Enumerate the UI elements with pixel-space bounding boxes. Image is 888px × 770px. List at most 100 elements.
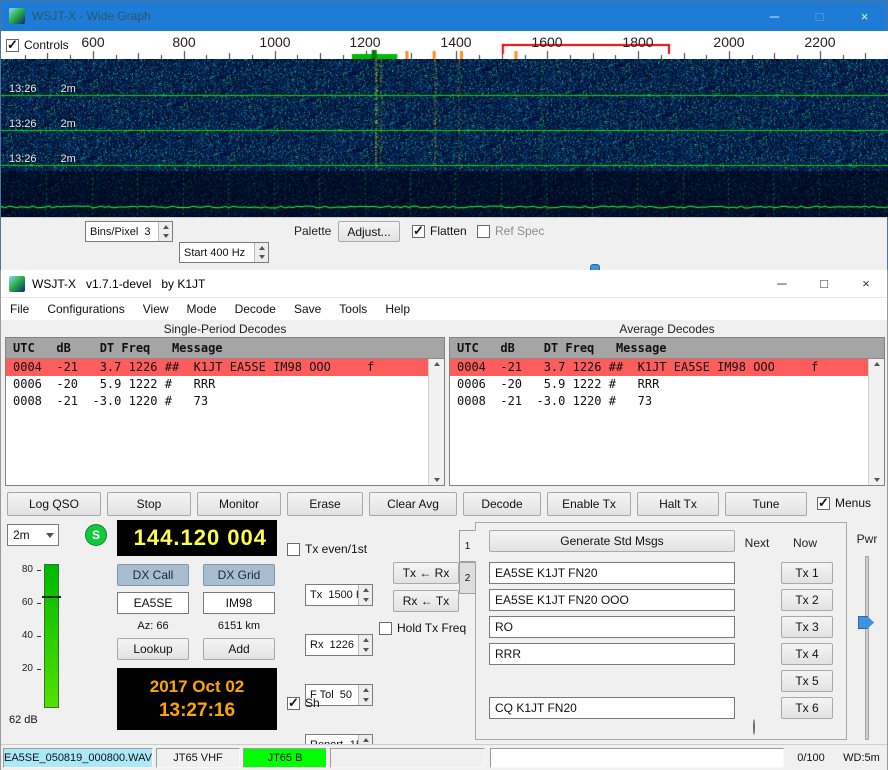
tx6-message-field[interactable]: CQ K1JT FN20 bbox=[489, 697, 735, 719]
close-icon[interactable]: × bbox=[842, 1, 887, 31]
close-icon[interactable]: × bbox=[845, 270, 887, 297]
tab-messages-2[interactable]: 2 bbox=[459, 562, 476, 594]
adjust-button[interactable]: Adjust... bbox=[338, 221, 400, 242]
pwr-slider[interactable] bbox=[857, 556, 877, 740]
minimize-icon[interactable]: ─ bbox=[761, 270, 803, 297]
tab-label: 2 bbox=[465, 573, 471, 584]
app-icon bbox=[9, 276, 25, 292]
wide-graph-titlebar[interactable]: WSJT-X - Wide Graph ─ □ × bbox=[1, 1, 887, 31]
tx-from-rx-button[interactable]: Tx ← Rx bbox=[393, 562, 459, 584]
scroll-down-icon[interactable] bbox=[434, 478, 440, 482]
tab-messages-1[interactable]: 1 bbox=[459, 530, 476, 562]
band-combobox[interactable]: 2m bbox=[7, 524, 59, 546]
tx2-now-button[interactable]: Tx 2 bbox=[781, 589, 833, 611]
decode-row[interactable]: 0006 -20 5.9 1222 # RRR bbox=[6, 376, 428, 393]
utc-clock: 2017 Oct 02 13:27:16 bbox=[117, 668, 277, 730]
scroll-up-icon[interactable] bbox=[874, 362, 880, 366]
spinner-arrows-icon[interactable] bbox=[358, 635, 372, 655]
menu-configurations[interactable]: Configurations bbox=[38, 299, 133, 319]
main-titlebar[interactable]: WSJT-X v1.7.1-devel by K1JT ─ □ × bbox=[1, 270, 887, 298]
hold-tx-freq-checkbox[interactable]: Hold Tx Freq bbox=[379, 621, 466, 635]
spinner-arrows-icon[interactable] bbox=[358, 585, 372, 605]
slider-handle[interactable] bbox=[858, 616, 874, 629]
menu-tools[interactable]: Tools bbox=[330, 299, 376, 319]
maximize-icon[interactable]: □ bbox=[797, 1, 842, 31]
button-label: Decode bbox=[481, 497, 522, 511]
tx1-message-field[interactable]: EA5SE K1JT FN20 bbox=[489, 562, 735, 584]
decode-row[interactable]: 0004 -21 3.7 1226 ## K1JT EA5SE IM98 OOO… bbox=[450, 359, 868, 376]
spinner-arrows-icon[interactable] bbox=[158, 222, 172, 241]
log-qso-button[interactable]: Log QSO bbox=[7, 492, 101, 516]
clear-avg-button[interactable]: Clear Avg bbox=[369, 492, 457, 516]
stop-button[interactable]: Stop bbox=[107, 492, 191, 516]
spinner-arrows-icon[interactable] bbox=[254, 243, 268, 262]
menu-file[interactable]: File bbox=[1, 299, 38, 319]
frequency-display[interactable]: 144.120 004 bbox=[117, 520, 277, 556]
controls-checkbox[interactable]: Controls bbox=[6, 38, 73, 52]
button-label: Tx 5 bbox=[795, 674, 818, 688]
tx5-now-button[interactable]: Tx 5 bbox=[781, 670, 833, 692]
button-label: Clear Avg bbox=[387, 497, 439, 511]
button-label: Erase bbox=[309, 497, 340, 511]
waterfall[interactable]: 13:26 2m 13:26 2m 13:26 2m bbox=[1, 59, 887, 217]
enable-tx-button[interactable]: Enable Tx bbox=[547, 492, 631, 516]
halt-tx-button[interactable]: Halt Tx bbox=[637, 492, 719, 516]
bins-per-pixel-spinner[interactable]: Bins/Pixel 3 bbox=[85, 221, 173, 242]
tx1-now-button[interactable]: Tx 1 bbox=[781, 562, 833, 584]
monitor-button[interactable]: Monitor bbox=[197, 492, 281, 516]
decode-row[interactable]: 0008 -21 -3.0 1220 # 73 bbox=[6, 393, 428, 410]
ref-spec-checkbox[interactable]: Ref Spec bbox=[477, 224, 544, 238]
erase-button[interactable]: Erase bbox=[287, 492, 363, 516]
menu-decode[interactable]: Decode bbox=[226, 299, 285, 319]
decode-row[interactable]: 0006 -20 5.9 1222 # RRR bbox=[450, 376, 868, 393]
meter-tick-label: 60 bbox=[11, 597, 33, 608]
frequency-scale[interactable]: 600 800 1000 1200 1400 1600 1800 2000 22… bbox=[1, 31, 887, 59]
sh-checkbox[interactable]: Sh bbox=[287, 696, 320, 710]
menus-checkbox[interactable]: Menus bbox=[817, 496, 871, 510]
maximize-icon[interactable]: □ bbox=[803, 270, 845, 297]
dx-call-field[interactable]: EA5SE bbox=[117, 592, 189, 614]
screen: WSJT-X - Wide Graph ─ □ × 600 800 1000 1… bbox=[0, 0, 888, 770]
tx6-now-button[interactable]: Tx 6 bbox=[781, 697, 833, 719]
rx-from-tx-button[interactable]: Rx ← Tx bbox=[393, 590, 459, 612]
dx-grid-button[interactable]: DX Grid bbox=[203, 564, 275, 586]
decode-row[interactable]: 0004 -21 3.7 1226 ## K1JT EA5SE IM98 OOO… bbox=[6, 359, 428, 376]
scrollbar[interactable] bbox=[868, 359, 884, 485]
tx-freq-spinner[interactable]: Tx 1500 Hz bbox=[305, 584, 373, 606]
tx4-now-button[interactable]: Tx 4 bbox=[781, 643, 833, 665]
lookup-button[interactable]: Lookup bbox=[117, 638, 189, 660]
flatten-checkbox[interactable]: Flatten bbox=[412, 224, 467, 238]
minimize-icon[interactable]: ─ bbox=[752, 1, 797, 31]
dx-call-button[interactable]: DX Call bbox=[117, 564, 189, 586]
add-button[interactable]: Add bbox=[203, 638, 275, 660]
start-freq-spinner[interactable]: Start 400 Hz bbox=[179, 242, 269, 263]
status-spacer bbox=[330, 748, 485, 768]
tx2-message-field[interactable]: EA5SE K1JT FN20 OOO bbox=[489, 589, 735, 611]
chevron-down-icon[interactable] bbox=[42, 525, 58, 545]
tune-button[interactable]: Tune bbox=[725, 492, 807, 516]
rx-freq-spinner[interactable]: Rx 1226 Hz bbox=[305, 634, 373, 656]
decode-row[interactable]: 0008 -21 -3.0 1220 # 73 bbox=[450, 393, 868, 410]
menu-view[interactable]: View bbox=[134, 299, 178, 319]
scroll-up-icon[interactable] bbox=[434, 362, 440, 366]
menu-save[interactable]: Save bbox=[285, 299, 330, 319]
tx3-now-button[interactable]: Tx 3 bbox=[781, 616, 833, 638]
tx1-next-radio[interactable] bbox=[753, 719, 755, 735]
button-label: Halt Tx bbox=[659, 497, 697, 511]
dx-grid-field[interactable]: IM98 bbox=[203, 592, 275, 614]
generate-std-msgs-button[interactable]: Generate Std Msgs bbox=[489, 530, 735, 552]
scrollbar[interactable] bbox=[428, 359, 444, 485]
spinner-arrows-icon[interactable] bbox=[358, 685, 372, 705]
scroll-down-icon[interactable] bbox=[874, 478, 880, 482]
azimuth-label: Az: 66 bbox=[117, 620, 189, 632]
waterfall-canvas[interactable] bbox=[1, 59, 888, 217]
menu-mode[interactable]: Mode bbox=[178, 299, 226, 319]
tx-even-checkbox[interactable]: Tx even/1st bbox=[287, 542, 367, 556]
menu-help[interactable]: Help bbox=[376, 299, 419, 319]
decode-header: UTC dB DT Freq Message bbox=[6, 338, 444, 359]
status-bar: EA5SE_050819_000800.WAV JT65 VHF JT65 B … bbox=[1, 744, 887, 770]
decode-button[interactable]: Decode bbox=[463, 492, 541, 516]
checkbox-box bbox=[287, 697, 300, 710]
tx4-message-field[interactable]: RRR bbox=[489, 643, 735, 665]
tx3-message-field[interactable]: RO bbox=[489, 616, 735, 638]
